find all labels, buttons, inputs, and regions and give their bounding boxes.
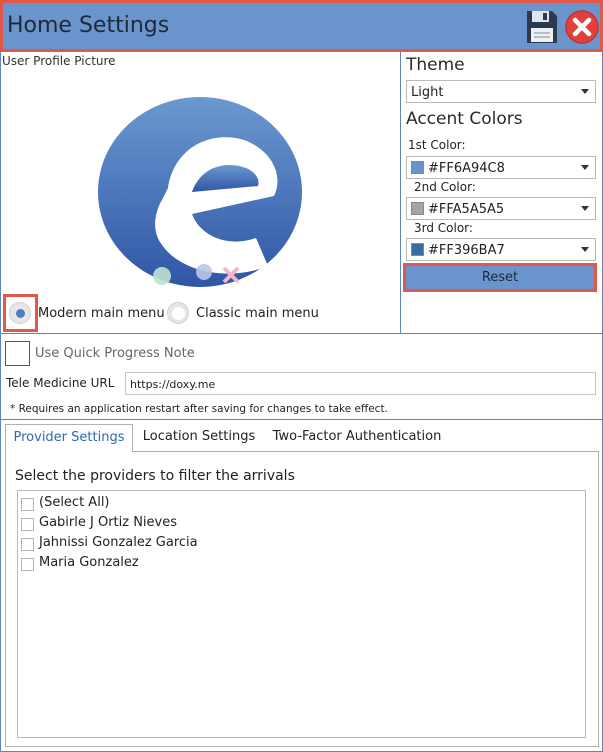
accent-colors-heading: Accent Colors	[406, 109, 523, 129]
tele-medicine-url-input[interactable]: https://doxy.me	[125, 372, 596, 395]
second-color-value: #FFA5A5A5	[428, 202, 505, 217]
third-color-swatch	[411, 243, 424, 256]
chevron-down-icon	[581, 165, 589, 170]
classic-menu-label: Classic main menu	[196, 306, 319, 321]
profile-picture-label: User Profile Picture	[2, 54, 116, 68]
select-all-checkbox[interactable]	[21, 498, 34, 511]
divider	[1, 333, 602, 334]
window-title: Home Settings	[7, 13, 170, 38]
second-color-swatch	[411, 202, 424, 215]
first-color-swatch	[411, 161, 424, 174]
provider-checkbox[interactable]	[21, 538, 34, 551]
list-item-label: (Select All)	[39, 495, 110, 510]
second-color-label: 2nd Color:	[414, 180, 476, 194]
e-logo-icon	[98, 97, 302, 287]
tab-provider-settings[interactable]: Provider Settings	[5, 424, 133, 452]
profile-picture[interactable]	[96, 96, 308, 292]
modern-menu-radio[interactable]	[9, 302, 31, 324]
classic-menu-radio[interactable]	[167, 302, 189, 324]
provider-list[interactable]: (Select All) Gabirle J Ortiz Nieves Jahn…	[17, 490, 586, 738]
restart-note: * Requires an application restart after …	[10, 403, 388, 415]
first-color-label: 1st Color:	[408, 138, 466, 152]
providers-heading: Select the providers to filter the arriv…	[15, 468, 295, 484]
provider-checkbox[interactable]	[21, 558, 34, 571]
tele-medicine-label: Tele Medicine URL	[6, 376, 115, 390]
theme-value: Light	[411, 85, 444, 100]
third-color-value: #FF396BA7	[428, 243, 505, 258]
chevron-down-icon	[581, 247, 589, 252]
first-color-picker[interactable]: #FF6A94C8	[406, 156, 596, 179]
floppy-disk-icon	[527, 11, 557, 43]
radio-empty	[172, 307, 185, 320]
chevron-down-icon	[581, 89, 589, 94]
list-item-label: Gabirle J Ortiz Nieves	[39, 515, 177, 530]
title-bar: Home Settings	[0, 0, 603, 52]
theme-select[interactable]: Light	[406, 80, 596, 103]
quick-progress-checkbox[interactable]	[5, 341, 30, 366]
list-item-label: Jahnissi Gonzalez Garcia	[39, 535, 198, 550]
modern-menu-label: Modern main menu	[38, 306, 165, 321]
first-color-value: #FF6A94C8	[428, 161, 505, 176]
chevron-down-icon	[581, 206, 589, 211]
provider-checkbox[interactable]	[21, 518, 34, 531]
reset-button[interactable]: Reset	[403, 263, 597, 292]
tab-two-factor-authentication[interactable]: Two-Factor Authentication	[266, 424, 448, 452]
save-button[interactable]	[525, 9, 559, 45]
theme-heading: Theme	[406, 55, 465, 75]
third-color-picker[interactable]: #FF396BA7	[406, 238, 596, 261]
second-color-picker[interactable]: #FFA5A5A5	[406, 197, 596, 220]
third-color-label: 3rd Color:	[414, 221, 473, 235]
divider	[1, 419, 602, 420]
close-button[interactable]	[564, 9, 600, 45]
tab-location-settings[interactable]: Location Settings	[136, 424, 262, 452]
list-item-label: Maria Gonzalez	[39, 555, 139, 570]
quick-progress-label: Use Quick Progress Note	[35, 346, 195, 361]
close-icon	[565, 10, 599, 44]
radio-selected-dot	[16, 309, 25, 318]
divider	[400, 52, 401, 334]
